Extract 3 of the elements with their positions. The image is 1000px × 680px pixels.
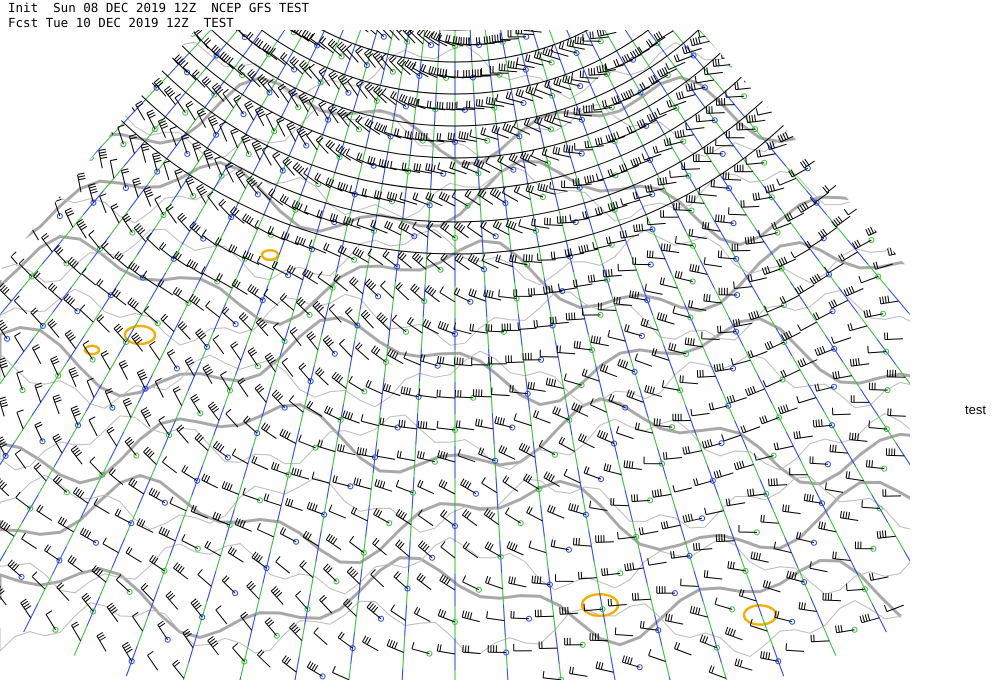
forecast-time-label: Fcst Tue 10 DEC 2019 12Z TEST: [7, 15, 235, 30]
init-time-label: Init Sun 08 DEC 2019 12Z NCEP GFS TEST: [7, 0, 310, 15]
side-label: test: [964, 401, 986, 419]
